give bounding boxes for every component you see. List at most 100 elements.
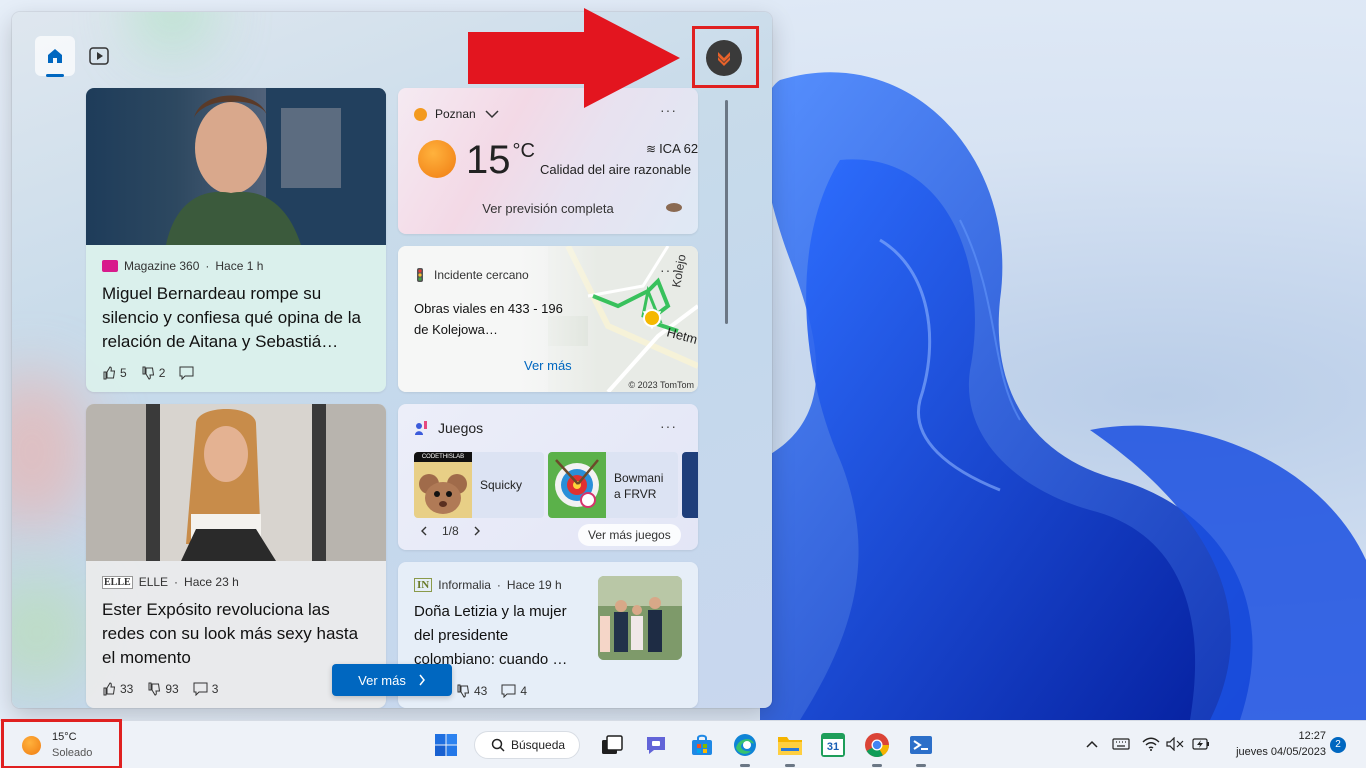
dislike-count: 2 (158, 366, 166, 380)
decorative-shape (666, 203, 682, 212)
article-source: ELLE ELLE · Hace 23 h (102, 575, 239, 589)
game-thumbnail (548, 452, 606, 518)
incident-text[interactable]: Obras viales en 433 - 196 de Kolejowa… (414, 298, 564, 340)
scrollbar[interactable] (725, 100, 728, 324)
article-time: Hace 1 h (215, 259, 264, 273)
calendar-button[interactable]: 31 (819, 731, 847, 759)
ver-mas-button[interactable]: Ver más (332, 664, 452, 696)
games-title: Juegos (438, 420, 484, 436)
dislike-button[interactable]: 2 (141, 366, 166, 380)
widgets-panel: Magazine 360 · Hace 1 h Miguel Bernardeau … (12, 12, 772, 708)
aqi-value: ICA 62 (659, 141, 698, 156)
article-time: Hace 23 h (184, 575, 239, 589)
aqi-description: Calidad del aire razonable (540, 162, 692, 177)
map-copyright: © 2023 TomTom (628, 380, 695, 390)
chat-icon (647, 737, 665, 754)
tab-home[interactable] (35, 36, 75, 76)
comment-button[interactable]: 3 (193, 682, 218, 696)
sun-icon (418, 140, 456, 178)
running-indicator (785, 764, 795, 767)
comment-button[interactable]: 4 (501, 684, 527, 698)
chevron-right-icon[interactable] (473, 526, 481, 536)
teams-chat-button[interactable] (642, 731, 670, 759)
article-title[interactable]: Miguel Bernardeau rompe su silencio y co… (102, 282, 374, 354)
games-pager: 1/8 (442, 524, 459, 538)
games-icon (415, 421, 427, 435)
more-options-icon[interactable]: ··· (660, 262, 677, 278)
clock-time: 12:27 (1298, 730, 1326, 742)
air-quality-icon: ≋ (646, 141, 657, 156)
more-games-button[interactable]: Ver más juegos (578, 524, 681, 546)
article-title[interactable]: Ester Expósito revoluciona las redes con… (102, 598, 374, 670)
home-icon (48, 49, 62, 63)
tab-video[interactable] (79, 36, 119, 76)
edge-browser-button[interactable] (731, 731, 759, 759)
thumbs-down-icon (142, 366, 154, 380)
wifi-icon[interactable] (1142, 737, 1160, 751)
powershell-button[interactable] (907, 731, 935, 759)
news-card[interactable]: ELLE ELLE · Hace 23 h Ester Expósito revol… (86, 404, 386, 708)
chevron-right-icon (419, 674, 425, 686)
windows-bloom-wallpaper (760, 72, 1366, 720)
dislike-button[interactable]: 93 (147, 682, 179, 696)
running-indicator (916, 764, 926, 767)
game-tile-squicky[interactable]: CODETHISLAB Squicky (414, 452, 544, 518)
task-view-button[interactable] (598, 731, 626, 759)
running-indicator (740, 764, 750, 767)
folder-icon (778, 737, 802, 755)
comment-count: 4 (520, 684, 528, 698)
chrome-icon (865, 733, 889, 758)
article-time: Hace 19 h (506, 578, 562, 592)
like-count: 5 (120, 366, 127, 380)
article-image (86, 88, 386, 245)
edge-icon (734, 734, 756, 756)
news-card[interactable]: Magazine 360 · Hace 1 h Miguel Bernardeau … (86, 88, 386, 392)
annotation-arrow (468, 8, 680, 108)
calendar-icon: 31 (821, 733, 845, 757)
comment-icon (193, 682, 208, 696)
start-button[interactable] (432, 731, 460, 759)
source-logo: IN (414, 578, 433, 592)
store-button[interactable] (688, 731, 716, 759)
temperature: 15 (466, 138, 511, 182)
more-options-icon[interactable]: ··· (660, 418, 677, 434)
search-box[interactable]: Búsqueda (474, 731, 580, 759)
notification-badge[interactable]: 2 (1330, 737, 1346, 753)
clock[interactable]: 12:27 jueves 04/05/2023 (1216, 728, 1326, 760)
chevron-down-icon[interactable] (484, 109, 500, 119)
comment-icon (179, 366, 194, 380)
file-explorer-button[interactable] (776, 731, 804, 759)
weather-location[interactable]: Poznan (435, 107, 476, 121)
like-count: 33 (120, 682, 134, 696)
thumbs-down-icon (148, 682, 161, 696)
chevron-up-icon[interactable] (1085, 739, 1099, 749)
source-logo: ELLE (102, 575, 133, 589)
games-widget[interactable]: Juegos ··· CODETHISLAB Squicky Bowmania … (398, 404, 698, 550)
game-tile-partial[interactable] (682, 452, 698, 518)
annotation-box-profile (692, 26, 759, 88)
forecast-link[interactable]: Ver previsión completa (398, 201, 698, 216)
chrome-button[interactable] (863, 731, 891, 759)
game-thumbnail: CODETHISLAB (414, 452, 472, 518)
keyboard-icon[interactable] (1112, 737, 1130, 751)
ver-mas-label: Ver más (358, 672, 406, 688)
source-name: Informalia (438, 578, 491, 592)
game-tile-bowmania[interactable]: Bowmania FRVR (548, 452, 678, 518)
thumbs-down-icon (457, 684, 470, 698)
traffic-widget[interactable]: Kolejo Hetm Incidente cercano ··· Obras … (398, 246, 698, 392)
article-source: Magazine 360 · Hace 1 h (102, 259, 263, 273)
task-view-icon (602, 735, 623, 754)
comment-button[interactable] (179, 366, 194, 380)
like-button[interactable]: 5 (102, 366, 127, 380)
traffic-more-link[interactable]: Ver más (524, 358, 572, 373)
article-title[interactable]: Doña Letizia y la mujer del presidente c… (414, 600, 590, 672)
like-button[interactable]: 33 (102, 682, 133, 696)
battery-icon[interactable] (1190, 737, 1210, 751)
dislike-button[interactable]: 43 (456, 684, 487, 698)
source-name: Magazine 360 (124, 259, 200, 273)
weather-widget[interactable]: Poznan ··· 15 °C ≋ ICA 62 Calidad del air… (398, 88, 698, 234)
volume-muted-icon[interactable] (1166, 737, 1184, 751)
dislike-count: 43 (474, 684, 488, 698)
chevron-left-icon[interactable] (420, 526, 428, 536)
source-name: ELLE (138, 575, 169, 589)
